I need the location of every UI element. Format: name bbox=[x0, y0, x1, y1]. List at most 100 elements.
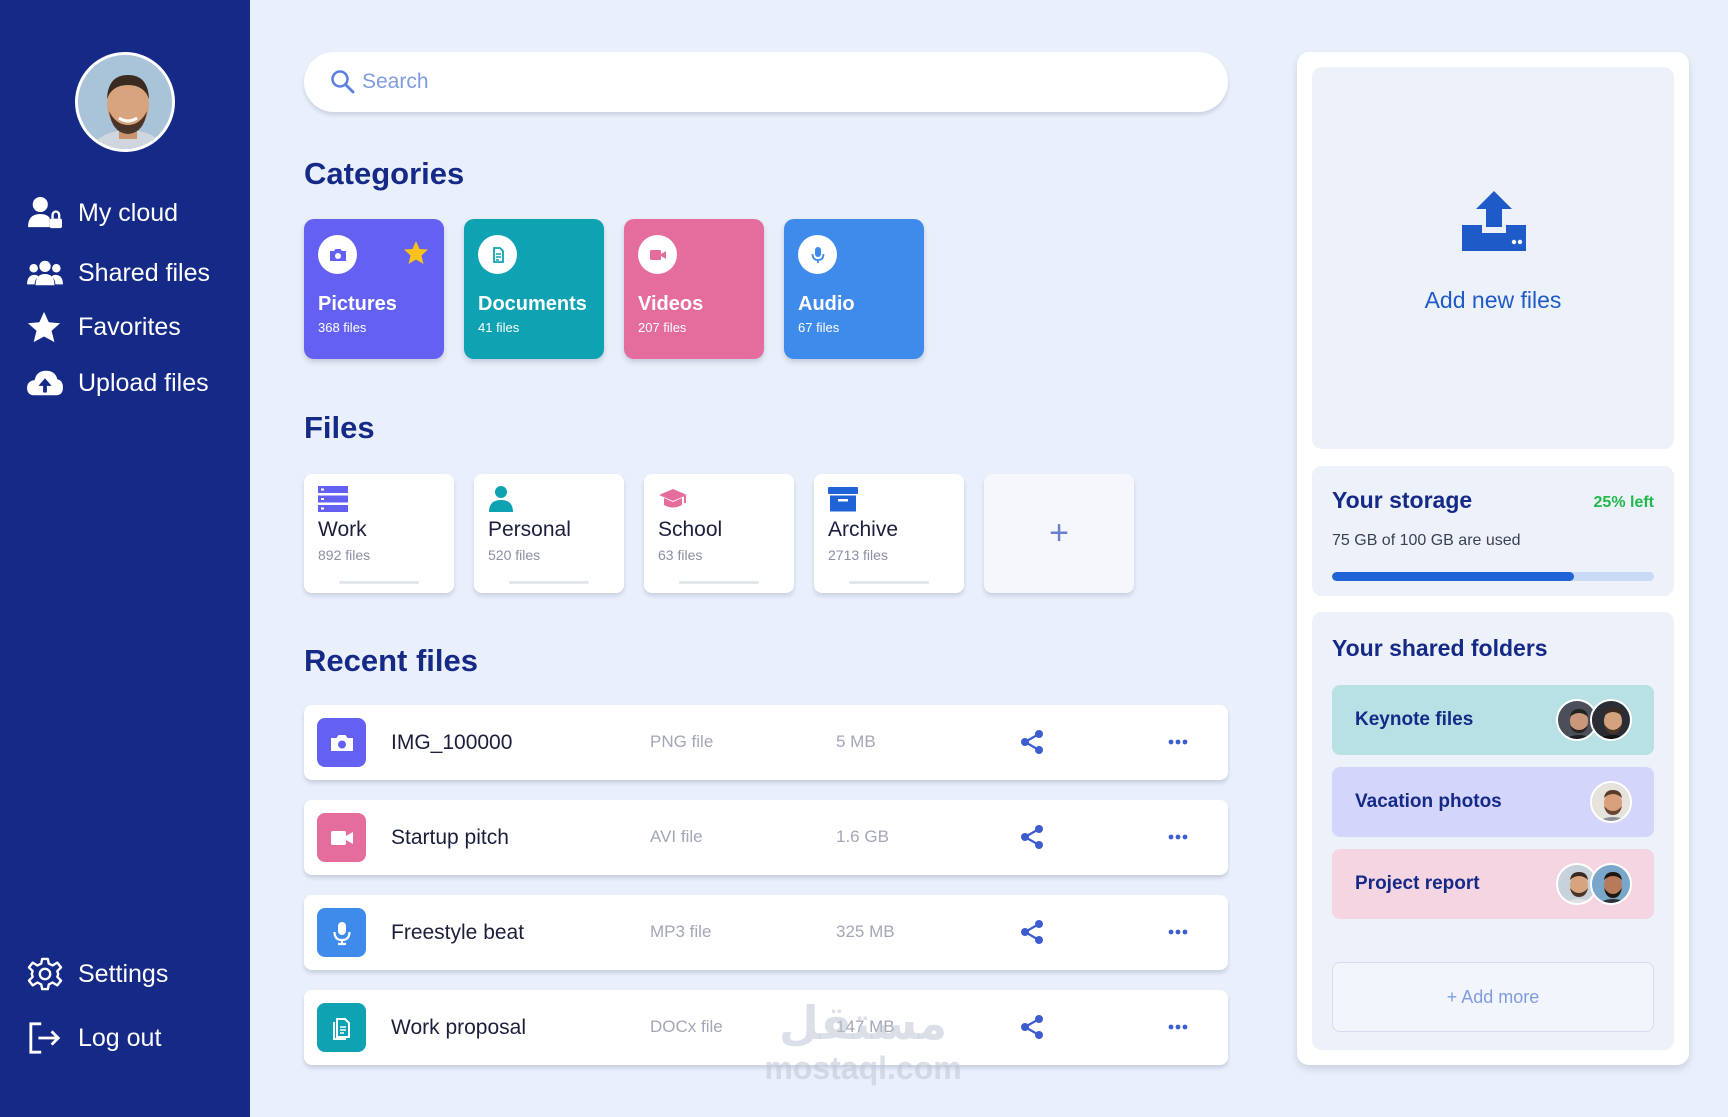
shared-folders-card: Your shared folders Keynote files Vacati… bbox=[1312, 612, 1674, 1050]
add-new-files-label: Add new files bbox=[1424, 287, 1562, 313]
folder-divider bbox=[339, 581, 419, 584]
user-lock-icon bbox=[28, 196, 62, 229]
category-name: Pictures bbox=[318, 293, 397, 315]
logout-icon bbox=[29, 1022, 61, 1054]
folder-divider bbox=[849, 581, 929, 584]
search-input[interactable] bbox=[362, 70, 1162, 94]
categories-heading: Categories bbox=[304, 156, 465, 191]
recent-files-heading: Recent files bbox=[304, 643, 479, 678]
share-icon[interactable] bbox=[1018, 1013, 1046, 1041]
folder-divider bbox=[509, 581, 589, 584]
category-name: Documents bbox=[478, 293, 587, 315]
folder-name: Work bbox=[318, 518, 367, 541]
folder-school[interactable]: School 63 files bbox=[644, 474, 794, 593]
shared-folder-name: Keynote files bbox=[1355, 709, 1474, 730]
camera-icon bbox=[318, 235, 357, 274]
nav-label: Favorites bbox=[78, 312, 181, 341]
shared-folders-title: Your shared folders bbox=[1332, 635, 1548, 661]
folder-work[interactable]: Work 892 files bbox=[304, 474, 454, 593]
add-folder-button[interactable]: + bbox=[984, 474, 1134, 593]
nav-log-out[interactable]: Log out bbox=[26, 1021, 161, 1055]
folder-archive[interactable]: Archive 2713 files bbox=[814, 474, 964, 593]
add-more-shared-button[interactable]: + Add more bbox=[1332, 962, 1654, 1032]
recent-file-row[interactable]: IMG_100000 PNG file 5 MB bbox=[304, 705, 1228, 780]
category-count: 207 files bbox=[638, 320, 687, 335]
microphone-icon bbox=[798, 235, 837, 274]
file-size: 5 MB bbox=[836, 732, 876, 751]
person-icon bbox=[489, 486, 513, 512]
storage-progress-bar bbox=[1332, 572, 1654, 581]
folder-divider bbox=[679, 581, 759, 584]
search-bar[interactable] bbox=[304, 52, 1228, 112]
more-options-icon[interactable] bbox=[1166, 730, 1190, 754]
storage-title: Your storage bbox=[1332, 487, 1473, 513]
search-icon bbox=[331, 70, 355, 94]
category-name: Audio bbox=[798, 293, 855, 315]
video-icon bbox=[638, 235, 677, 274]
shared-folder-vacation[interactable]: Vacation photos bbox=[1332, 767, 1654, 837]
shared-folder-name: Vacation photos bbox=[1355, 791, 1502, 812]
avatar bbox=[1590, 781, 1632, 823]
recent-file-row[interactable]: Freestyle beat MP3 file 325 MB bbox=[304, 895, 1228, 970]
category-count: 368 files bbox=[318, 320, 367, 335]
nav-label: Settings bbox=[78, 959, 169, 988]
file-type: AVI file bbox=[650, 827, 703, 846]
right-panel: Add new files Your storage 25% left 75 G… bbox=[1297, 52, 1689, 1065]
nav-settings[interactable]: Settings bbox=[26, 957, 168, 991]
favorite-star-icon[interactable] bbox=[402, 239, 430, 267]
sidebar: My cloud Shared files Favorites Upload f… bbox=[0, 0, 250, 1117]
shared-folder-name: Project report bbox=[1355, 873, 1480, 894]
camera-icon bbox=[317, 718, 366, 767]
folder-name: Personal bbox=[488, 518, 571, 541]
category-videos[interactable]: Videos 207 files bbox=[624, 219, 764, 359]
avatar bbox=[1590, 699, 1632, 741]
document-icon bbox=[478, 235, 517, 274]
more-options-icon[interactable] bbox=[1166, 1015, 1190, 1039]
shared-folder-project-report[interactable]: Project report bbox=[1332, 849, 1654, 919]
storage-left: 25% left bbox=[1593, 494, 1654, 511]
more-options-icon[interactable] bbox=[1166, 825, 1190, 849]
file-name: Freestyle beat bbox=[391, 921, 525, 944]
nav-label: Upload files bbox=[78, 368, 209, 397]
add-new-files-dropzone[interactable]: Add new files bbox=[1312, 67, 1674, 449]
recent-file-row[interactable]: Startup pitch AVI file 1.6 GB bbox=[304, 800, 1228, 875]
nav-upload-files[interactable]: Upload files bbox=[26, 366, 209, 400]
nav-label: Log out bbox=[78, 1023, 162, 1052]
more-options-icon[interactable] bbox=[1166, 920, 1190, 944]
nav-my-cloud[interactable]: My cloud bbox=[26, 196, 178, 230]
category-count: 67 files bbox=[798, 320, 840, 335]
file-type: PNG file bbox=[650, 732, 714, 751]
user-avatar[interactable] bbox=[75, 52, 175, 152]
users-icon bbox=[27, 260, 63, 286]
gear-icon bbox=[27, 957, 63, 991]
files-heading: Files bbox=[304, 410, 375, 445]
file-type: DOCx file bbox=[650, 1017, 723, 1036]
folder-name: Archive bbox=[828, 518, 899, 541]
share-icon[interactable] bbox=[1018, 918, 1046, 946]
cloud-upload-icon bbox=[27, 370, 63, 396]
server-icon bbox=[318, 486, 348, 512]
folder-personal[interactable]: Personal 520 files bbox=[474, 474, 624, 593]
graduation-cap-icon bbox=[659, 489, 687, 508]
avatar bbox=[1590, 863, 1632, 905]
folder-count: 892 files bbox=[318, 547, 371, 563]
share-icon[interactable] bbox=[1018, 823, 1046, 851]
category-pictures[interactable]: Pictures 368 files bbox=[304, 219, 444, 359]
category-documents[interactable]: Documents 41 files bbox=[464, 219, 604, 359]
storage-used-text: 75 GB of 100 GB are used bbox=[1332, 532, 1521, 549]
storage-progress-fill bbox=[1332, 572, 1574, 581]
nav-label: Shared files bbox=[78, 258, 211, 287]
nav-shared-files[interactable]: Shared files bbox=[26, 256, 210, 290]
shared-folder-keynote[interactable]: Keynote files bbox=[1332, 685, 1654, 755]
category-audio[interactable]: Audio 67 files bbox=[784, 219, 924, 359]
nav-favorites[interactable]: Favorites bbox=[26, 310, 181, 344]
star-icon bbox=[28, 311, 61, 343]
nav-label: My cloud bbox=[78, 198, 179, 227]
file-size: 325 MB bbox=[836, 922, 895, 941]
share-icon[interactable] bbox=[1018, 728, 1046, 756]
folder-count: 63 files bbox=[658, 547, 703, 563]
file-name: IMG_100000 bbox=[391, 731, 513, 754]
storage-card: Your storage 25% left 75 GB of 100 GB ar… bbox=[1312, 466, 1674, 596]
video-icon bbox=[317, 813, 366, 862]
file-type: MP3 file bbox=[650, 922, 712, 941]
